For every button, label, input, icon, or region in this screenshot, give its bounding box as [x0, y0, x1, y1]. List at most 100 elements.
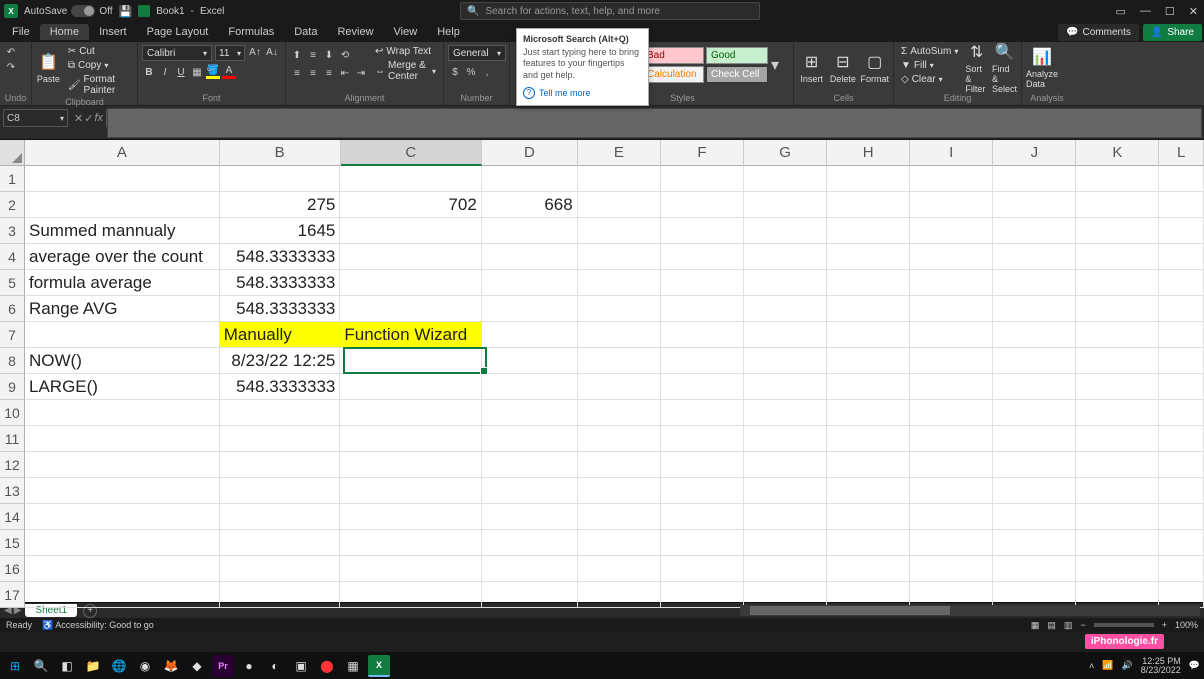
cell-E13[interactable] [578, 478, 661, 504]
cell-I13[interactable] [910, 478, 993, 504]
row-header-3[interactable]: 3 [0, 218, 25, 244]
cell-E2[interactable] [578, 192, 661, 218]
orientation-button[interactable]: ⟲ [338, 48, 352, 62]
cell-L8[interactable] [1159, 348, 1204, 374]
file-explorer-button[interactable]: 📁 [82, 655, 104, 677]
cell-J12[interactable] [993, 452, 1076, 478]
taskbar-search-button[interactable]: 🔍 [30, 655, 52, 677]
cell-G6[interactable] [744, 296, 827, 322]
italic-button[interactable]: I [158, 65, 172, 79]
cell-D12[interactable] [482, 452, 578, 478]
cell-K13[interactable] [1076, 478, 1159, 504]
menu-data[interactable]: Data [284, 24, 327, 40]
cell-J13[interactable] [993, 478, 1076, 504]
cell-C16[interactable] [340, 556, 481, 582]
undo-button[interactable]: ↶ [4, 45, 18, 59]
cell-J7[interactable] [993, 322, 1076, 348]
menu-file[interactable]: File [2, 24, 40, 40]
minimize-icon[interactable]: — [1140, 5, 1151, 17]
cell-E8[interactable] [578, 348, 661, 374]
redo-button[interactable]: ↷ [4, 60, 18, 74]
cell-G7[interactable] [744, 322, 827, 348]
align-middle-button[interactable]: ≡ [306, 48, 320, 62]
cell-J1[interactable] [993, 166, 1076, 192]
row-header-7[interactable]: 7 [0, 322, 25, 348]
cell-G15[interactable] [744, 530, 827, 556]
cell-J10[interactable] [993, 400, 1076, 426]
cell-K5[interactable] [1076, 270, 1159, 296]
clear-button[interactable]: ◇Clear▾ [898, 73, 961, 86]
cell-C7[interactable]: Function Wizard [340, 322, 481, 348]
cell-F10[interactable] [661, 400, 744, 426]
cell-A5[interactable]: formula average [25, 270, 220, 296]
cell-I4[interactable] [910, 244, 993, 270]
cell-K2[interactable] [1076, 192, 1159, 218]
cell-J9[interactable] [993, 374, 1076, 400]
cell-E9[interactable] [578, 374, 661, 400]
app-button-4[interactable]: ▣ [290, 655, 312, 677]
cell-J8[interactable] [993, 348, 1076, 374]
menu-home[interactable]: Home [40, 24, 89, 40]
cell-G13[interactable] [744, 478, 827, 504]
cell-J16[interactable] [993, 556, 1076, 582]
cell-G1[interactable] [744, 166, 827, 192]
cell-H2[interactable] [827, 192, 910, 218]
copy-button[interactable]: ⧉Copy▾ [65, 59, 133, 72]
cell-G5[interactable] [744, 270, 827, 296]
cell-F12[interactable] [661, 452, 744, 478]
style-bad[interactable]: Bad [642, 47, 704, 64]
cell-D13[interactable] [482, 478, 578, 504]
row-header-2[interactable]: 2 [0, 192, 25, 218]
fill-button[interactable]: ▼Fill▾ [898, 59, 961, 72]
cell-B12[interactable] [220, 452, 341, 478]
cell-J11[interactable] [993, 426, 1076, 452]
close-icon[interactable]: ✕ [1189, 5, 1198, 18]
column-header-E[interactable]: E [578, 140, 661, 166]
currency-button[interactable]: $ [448, 65, 462, 79]
cell-D10[interactable] [482, 400, 578, 426]
horizontal-scrollbar[interactable] [740, 605, 1200, 616]
firefox-button[interactable]: 🦊 [160, 655, 182, 677]
cell-B1[interactable] [220, 166, 341, 192]
chrome-button[interactable]: ◉ [134, 655, 156, 677]
maximize-icon[interactable]: ☐ [1165, 5, 1175, 18]
autosave-toggle[interactable]: AutoSave Off [24, 5, 113, 17]
menu-view[interactable]: View [384, 24, 428, 40]
column-header-H[interactable]: H [827, 140, 910, 166]
notifications-button[interactable]: 💬 [1189, 660, 1200, 671]
cell-L13[interactable] [1159, 478, 1204, 504]
cell-L12[interactable] [1159, 452, 1204, 478]
cell-I14[interactable] [910, 504, 993, 530]
cell-F2[interactable] [661, 192, 744, 218]
grow-font-button[interactable]: A↑ [248, 45, 262, 59]
cell-H15[interactable] [827, 530, 910, 556]
cell-I11[interactable] [910, 426, 993, 452]
formula-input[interactable] [107, 108, 1202, 138]
style-calculation[interactable]: Calculation [642, 66, 704, 83]
cell-K16[interactable] [1076, 556, 1159, 582]
row-header-5[interactable]: 5 [0, 270, 25, 296]
cell-I10[interactable] [910, 400, 993, 426]
view-page-layout-button[interactable]: ▤ [1047, 620, 1056, 631]
column-header-B[interactable]: B [220, 140, 341, 166]
cell-G14[interactable] [744, 504, 827, 530]
row-header-16[interactable]: 16 [0, 556, 25, 582]
cell-E3[interactable] [578, 218, 661, 244]
cell-L14[interactable] [1159, 504, 1204, 530]
autosum-button[interactable]: ΣAutoSum▾ [898, 45, 961, 58]
cell-J2[interactable] [993, 192, 1076, 218]
cell-D8[interactable] [482, 348, 578, 374]
cell-A6[interactable]: Range AVG [25, 296, 220, 322]
cell-H1[interactable] [827, 166, 910, 192]
row-header-1[interactable]: 1 [0, 166, 25, 192]
cell-C14[interactable] [340, 504, 481, 530]
cell-C1[interactable] [340, 166, 481, 192]
cell-G11[interactable] [744, 426, 827, 452]
border-button[interactable]: ▦ [190, 65, 204, 79]
style-good[interactable]: Good [706, 47, 768, 64]
comma-button[interactable]: , [480, 65, 494, 79]
cell-L5[interactable] [1159, 270, 1204, 296]
row-header-15[interactable]: 15 [0, 530, 25, 556]
cell-D16[interactable] [482, 556, 578, 582]
cell-A11[interactable] [25, 426, 220, 452]
